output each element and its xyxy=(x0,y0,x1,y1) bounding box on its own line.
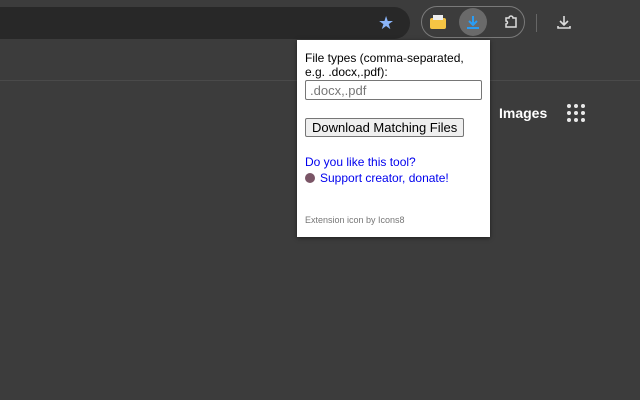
images-link[interactable]: Images xyxy=(499,105,547,121)
file-types-label: File types (comma-separated, e.g. .docx,… xyxy=(305,51,464,79)
donate-link[interactable]: Support creator, donate! xyxy=(320,171,449,185)
download-matching-files-button[interactable]: Download Matching Files xyxy=(305,118,465,137)
folder-extension-icon[interactable] xyxy=(424,8,452,36)
file-types-input[interactable] xyxy=(305,80,482,100)
download-extension-icon[interactable] xyxy=(459,8,487,36)
download-icon[interactable] xyxy=(550,8,578,36)
like-tool-link[interactable]: Do you like this tool? xyxy=(305,155,482,169)
icon-credit: Extension icon by Icons8 xyxy=(305,215,405,225)
extension-popup: File types (comma-separated, e.g. .docx,… xyxy=(297,40,490,237)
coffee-icon xyxy=(305,173,315,183)
puzzle-extensions-icon[interactable] xyxy=(497,8,525,36)
browser-toolbar: ★ xyxy=(0,0,640,40)
toolbar-divider xyxy=(536,14,537,32)
address-bar[interactable] xyxy=(0,7,410,39)
grid-apps-icon[interactable] xyxy=(567,104,585,122)
star-icon[interactable]: ★ xyxy=(378,13,394,34)
